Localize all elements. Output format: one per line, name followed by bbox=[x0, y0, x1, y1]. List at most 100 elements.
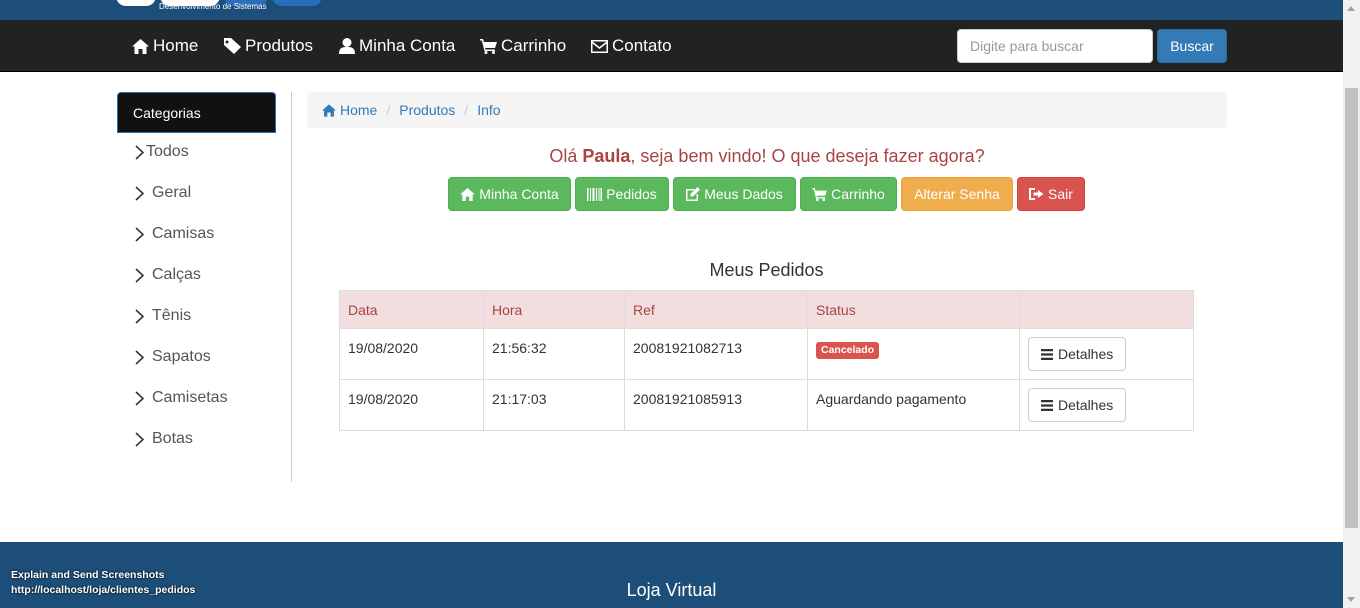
site-header: Desenvolvimento de Sistemas bbox=[0, 0, 1343, 20]
order-date: 19/08/2020 bbox=[339, 379, 484, 431]
pedidos-button[interactable]: Pedidos bbox=[575, 177, 669, 211]
category-label: Camisetas bbox=[152, 389, 228, 406]
breadcrumb-home[interactable]: Home bbox=[322, 102, 377, 118]
order-ref: 20081921085913 bbox=[624, 379, 808, 431]
sair-button[interactable]: Sair bbox=[1017, 177, 1085, 211]
nav-carrinho[interactable]: Carrinho bbox=[480, 36, 566, 56]
welcome-rest: , seja bem vindo! O que deseja fazer ago… bbox=[630, 146, 985, 166]
tag-icon bbox=[224, 38, 241, 54]
category-camisas[interactable]: Camisas bbox=[135, 225, 214, 243]
column-header-data: Data bbox=[339, 290, 484, 329]
meus-dados-button[interactable]: Meus Dados bbox=[673, 177, 796, 211]
home-icon bbox=[460, 187, 476, 201]
envelope-icon bbox=[591, 39, 608, 53]
category-geral[interactable]: Geral bbox=[135, 184, 191, 202]
nav-produtos[interactable]: Produtos bbox=[224, 36, 313, 56]
order-date: 19/08/2020 bbox=[339, 328, 484, 380]
column-header-hora: Hora bbox=[483, 290, 625, 329]
logo-subtitle: Desenvolvimento de Sistemas bbox=[159, 2, 267, 11]
scroll-up-arrow[interactable] bbox=[1347, 6, 1355, 11]
orders-header-row: Data Hora Ref Status bbox=[339, 290, 1194, 329]
column-header-actions bbox=[1019, 290, 1194, 329]
category-label: Tênis bbox=[152, 307, 192, 324]
column-header-ref: Ref bbox=[624, 290, 808, 329]
category-label: Camisas bbox=[152, 225, 215, 242]
breadcrumb-separator: / bbox=[386, 102, 391, 118]
chevron-right-icon bbox=[135, 267, 144, 283]
category-tenis[interactable]: Tênis bbox=[135, 307, 191, 325]
nav-home-label: Home bbox=[153, 36, 199, 55]
meus-dados-button-label: Meus Dados bbox=[704, 186, 783, 202]
category-label: Calças bbox=[152, 266, 201, 283]
navbar: Home Produtos Minha Conta Carrinho Conta… bbox=[0, 20, 1343, 72]
order-status-cell: Cancelado bbox=[807, 328, 1020, 380]
details-button[interactable]: Detalhes bbox=[1028, 388, 1127, 422]
chevron-right-icon bbox=[135, 185, 144, 201]
order-time: 21:17:03 bbox=[483, 379, 625, 431]
nav-home[interactable]: Home bbox=[132, 36, 198, 56]
category-label: Geral bbox=[152, 184, 192, 201]
chevron-right-icon bbox=[135, 349, 144, 365]
details-button[interactable]: Detalhes bbox=[1028, 337, 1127, 371]
footer-title: Loja Virtual bbox=[626, 580, 717, 600]
user-name: Paula bbox=[582, 146, 631, 166]
nav-contato-label: Contato bbox=[612, 36, 672, 55]
alterar-senha-button-label: Alterar Senha bbox=[914, 186, 1000, 202]
orders-table: Data Hora Ref Status 19/08/2020 21:56:32… bbox=[339, 290, 1194, 431]
sidebar-divider bbox=[291, 92, 292, 482]
chevron-right-icon bbox=[135, 431, 144, 447]
chevron-right-icon bbox=[135, 226, 144, 242]
order-time: 21:56:32 bbox=[483, 328, 625, 380]
breadcrumb-separator: / bbox=[464, 102, 469, 118]
list-icon bbox=[1041, 399, 1053, 411]
breadcrumb-home-label: Home bbox=[340, 102, 378, 118]
carrinho-button[interactable]: Carrinho bbox=[800, 177, 897, 211]
search-input[interactable] bbox=[957, 29, 1153, 63]
page-scrollbar[interactable] bbox=[1343, 0, 1360, 608]
chevron-right-icon bbox=[135, 390, 144, 406]
order-status: Aguardando pagamento bbox=[807, 379, 1020, 431]
screenshot-overlay: Explain and Send Screenshots http://loca… bbox=[11, 568, 195, 598]
minha-conta-button[interactable]: Minha Conta bbox=[448, 177, 571, 211]
scroll-thumb[interactable] bbox=[1345, 88, 1358, 528]
category-botas[interactable]: Botas bbox=[135, 430, 193, 448]
home-icon bbox=[132, 38, 149, 54]
cart-icon bbox=[480, 38, 497, 54]
category-camisetas[interactable]: Camisetas bbox=[135, 389, 228, 407]
logo-mark-blue-2 bbox=[272, 0, 322, 6]
nav-contato[interactable]: Contato bbox=[591, 36, 672, 56]
site-footer: Loja Virtual bbox=[0, 542, 1343, 608]
chevron-right-icon bbox=[135, 144, 144, 160]
status-badge: Cancelado bbox=[816, 342, 880, 359]
minha-conta-button-label: Minha Conta bbox=[479, 186, 559, 202]
order-ref: 20081921082713 bbox=[624, 328, 808, 380]
search-button[interactable]: Buscar bbox=[1157, 29, 1227, 63]
categories-header: Categorias bbox=[117, 92, 276, 133]
column-header-status: Status bbox=[807, 290, 1020, 329]
logout-icon bbox=[1029, 188, 1044, 200]
details-button-label: Detalhes bbox=[1058, 346, 1114, 362]
nav-minha-conta[interactable]: Minha Conta bbox=[339, 36, 455, 56]
chevron-right-icon bbox=[135, 308, 144, 324]
carrinho-button-label: Carrinho bbox=[831, 186, 885, 202]
welcome-greeting: Olá bbox=[549, 146, 583, 166]
alterar-senha-button[interactable]: Alterar Senha bbox=[901, 177, 1013, 211]
cart-icon bbox=[812, 187, 828, 201]
list-icon bbox=[1041, 348, 1053, 360]
site-logo[interactable]: Desenvolvimento de Sistemas bbox=[116, 0, 326, 20]
category-sapatos[interactable]: Sapatos bbox=[135, 348, 211, 366]
barcode-icon bbox=[587, 187, 603, 201]
category-todos[interactable]: Todos bbox=[135, 143, 189, 161]
home-icon bbox=[322, 103, 336, 117]
details-button-label: Detalhes bbox=[1058, 397, 1114, 413]
scroll-down-arrow[interactable] bbox=[1347, 597, 1355, 602]
breadcrumb-produtos[interactable]: Produtos bbox=[399, 102, 455, 118]
breadcrumb: Home / Produtos / Info bbox=[307, 92, 1227, 128]
category-calcas[interactable]: Calças bbox=[135, 266, 201, 284]
order-actions-cell: Detalhes bbox=[1019, 379, 1194, 431]
breadcrumb-info[interactable]: Info bbox=[477, 102, 500, 118]
overlay-url: http://localhost/loja/clientes_pedidos bbox=[11, 584, 196, 596]
pedidos-button-label: Pedidos bbox=[606, 186, 657, 202]
order-actions-cell: Detalhes bbox=[1019, 328, 1194, 380]
edit-icon bbox=[686, 187, 701, 201]
